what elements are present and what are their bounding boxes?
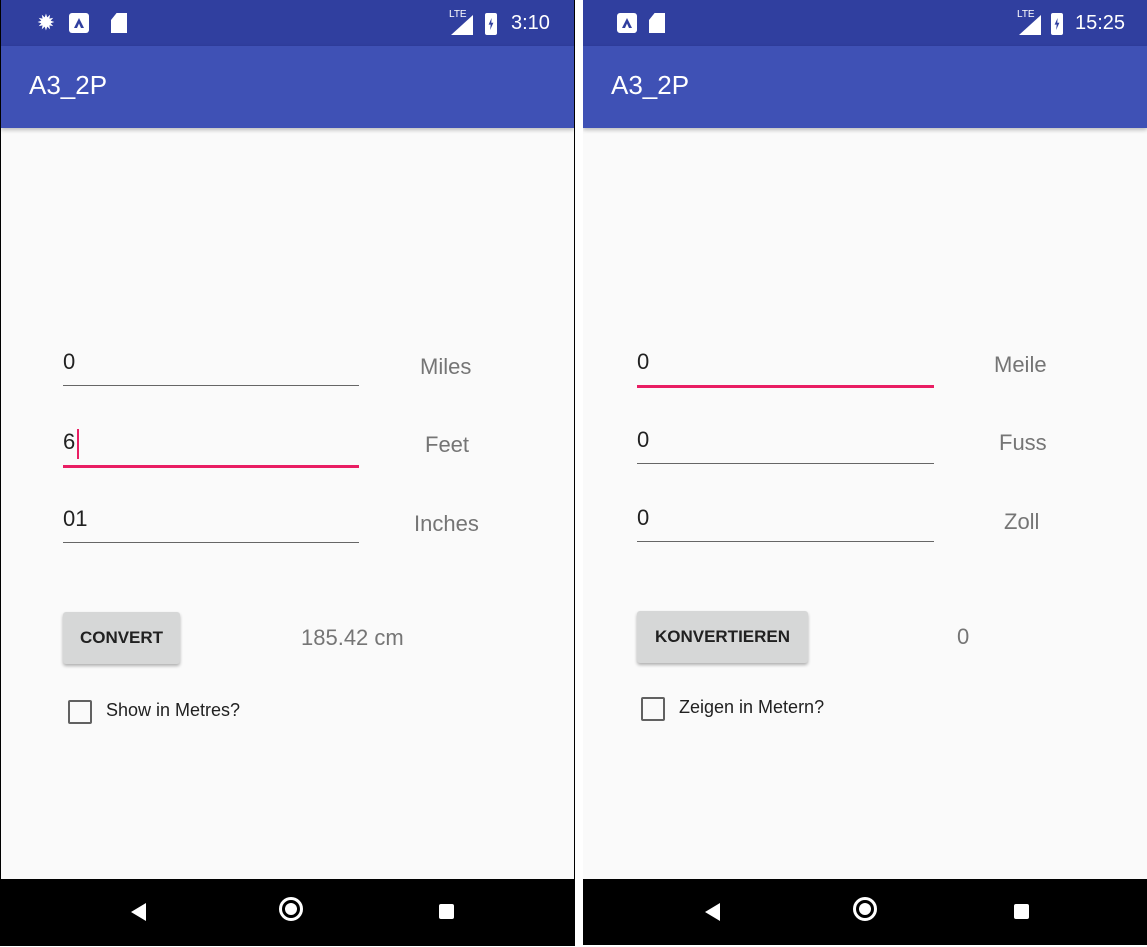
- a-icon: [69, 13, 89, 33]
- status-bar: LTE 15:25: [583, 0, 1147, 46]
- phone-screen-english: ✹ LTE 3:10 A3_2P Miles Feet Inches CONVE…: [0, 0, 575, 946]
- zoll-input[interactable]: [637, 497, 934, 542]
- status-time: 3:10: [511, 12, 550, 34]
- inches-label: Inches: [414, 511, 479, 536]
- network-type: LTE: [1017, 9, 1035, 20]
- app-title: A3_2P: [611, 70, 690, 100]
- recent-apps-icon[interactable]: [439, 904, 454, 919]
- result-text: 0: [957, 624, 970, 649]
- zoll-input-field[interactable]: [637, 505, 934, 531]
- text-cursor: [77, 429, 79, 459]
- zoll-label: Zoll: [1004, 509, 1040, 534]
- navigation-bar: [583, 879, 1147, 945]
- meile-input-field[interactable]: [637, 349, 934, 375]
- checkbox-label[interactable]: Show in Metres?: [106, 700, 240, 721]
- a-icon: [617, 13, 637, 33]
- result-text: 185.42 cm: [301, 625, 404, 650]
- checkbox-box[interactable]: [68, 700, 92, 724]
- convert-button[interactable]: CONVERT: [63, 612, 180, 664]
- feet-label: Feet: [425, 432, 470, 457]
- checkbox-box[interactable]: [641, 697, 665, 721]
- status-time: 15:25: [1075, 12, 1126, 34]
- network-type: LTE: [449, 9, 467, 20]
- back-icon[interactable]: [705, 903, 720, 921]
- status-bar: ✹ LTE 3:10: [1, 0, 574, 46]
- fuss-input-field[interactable]: [637, 427, 934, 453]
- fuss-input[interactable]: [637, 419, 934, 464]
- meile-label: Meile: [994, 352, 1047, 377]
- battery-icon: [485, 13, 497, 35]
- app-bar: A3_2P: [583, 46, 1147, 128]
- gear-icon: ✹: [36, 10, 56, 35]
- konvertieren-button[interactable]: KONVERTIEREN: [637, 611, 808, 663]
- sd-card-icon: [111, 13, 127, 33]
- sd-card-icon: [649, 13, 665, 33]
- miles-label: Miles: [420, 354, 472, 379]
- inches-input[interactable]: [63, 498, 359, 543]
- inches-input-field[interactable]: [63, 506, 359, 532]
- navigation-bar: [1, 879, 574, 945]
- back-icon[interactable]: [131, 903, 146, 921]
- feet-input[interactable]: [63, 421, 359, 468]
- checkbox-label[interactable]: Zeigen in Metern?: [679, 697, 824, 718]
- fuss-label: Fuss: [999, 430, 1047, 455]
- home-icon[interactable]: [853, 897, 877, 921]
- miles-input[interactable]: [63, 341, 359, 386]
- home-icon[interactable]: [279, 897, 303, 921]
- recent-apps-icon[interactable]: [1014, 904, 1029, 919]
- phone-screen-german: LTE 15:25 A3_2P Meile Fuss Zoll KONVERTI…: [583, 0, 1147, 945]
- miles-input-field[interactable]: [63, 349, 359, 375]
- meile-input[interactable]: [637, 341, 934, 388]
- battery-icon: [1051, 13, 1063, 35]
- app-bar: A3_2P: [1, 46, 574, 128]
- app-title: A3_2P: [29, 70, 108, 100]
- feet-input-field[interactable]: [63, 429, 359, 455]
